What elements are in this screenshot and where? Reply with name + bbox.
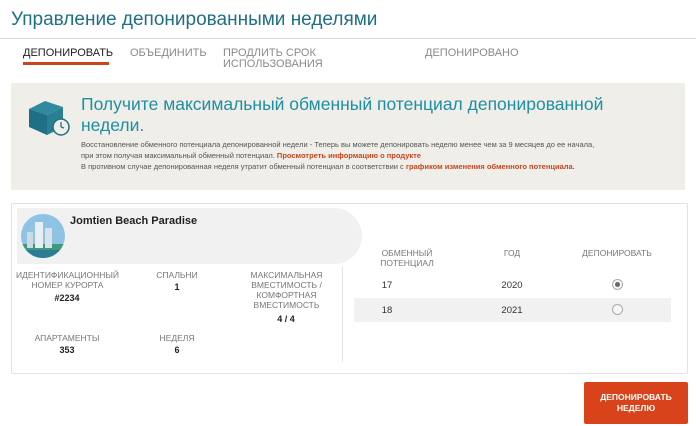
banner-line-3: В противном случае депонированная неделя…	[81, 161, 671, 172]
deposit-radio[interactable]	[612, 279, 623, 290]
week-value: 6	[174, 345, 180, 355]
resort-id-label: ИДЕНТИФИКАЦИОННЫЙ НОМЕР КУРОРТА	[15, 270, 120, 290]
capacity-label: МАКСИМАЛЬНАЯ ВМЕСТИМОСТЬ / КОМФОРТНАЯ ВМ…	[250, 270, 323, 310]
tab-deposit[interactable]: ДЕПОНИРОВАТЬ	[23, 48, 113, 59]
schedule-link[interactable]: графиком изменения обменного потенциала.	[406, 162, 575, 171]
bedrooms-value: 1	[174, 282, 180, 292]
box-clock-icon	[29, 101, 70, 136]
table-row: 18 2021	[354, 298, 671, 322]
deposit-radio[interactable]	[612, 304, 623, 315]
unit-value: 353	[59, 345, 75, 355]
banner-line-1: Восстановление обменного потенциала депо…	[81, 140, 595, 149]
banner-body: Восстановление обменного потенциала депо…	[81, 139, 671, 172]
active-tab-indicator	[23, 62, 109, 65]
banner-line-2: при этом получая максимальный обменный п…	[81, 150, 671, 161]
resort-header: Jomtien Beach Paradise	[17, 208, 362, 264]
year-cell: 2021	[501, 305, 523, 316]
year-cell: 2020	[501, 280, 523, 291]
tab-deposited[interactable]: ДЕПОНИРОВАНО	[425, 48, 519, 59]
header-deposit: ДЕПОНИРОВАТЬ	[582, 248, 652, 258]
promo-banner: Получите максимальный обменный потенциал…	[11, 83, 685, 190]
week-label: НЕДЕЛЯ	[159, 333, 195, 343]
banner-line-2-text: при этом получая максимальный обменный п…	[81, 151, 275, 160]
header-potential: ОБМЕННЫЙ ПОТЕНЦИАЛ	[380, 248, 434, 268]
bedrooms-label: СПАЛЬНИ	[156, 270, 198, 280]
tab-extend[interactable]: ПРОДЛИТЬ СРОК ИСПОЛЬЗОВАНИЯ	[223, 48, 323, 70]
tab-extend-line2: ИСПОЛЬЗОВАНИЯ	[223, 58, 323, 70]
potential-cell: 18	[381, 305, 393, 316]
resort-card: Jomtien Beach Paradise ИДЕНТИФИКАЦИОННЫЙ…	[11, 203, 688, 374]
tab-combine[interactable]: ОБЪЕДИНИТЬ	[130, 48, 207, 59]
table-row: 17 2020	[354, 273, 671, 297]
product-info-link[interactable]: Просмотреть информацию о продукте	[277, 151, 421, 160]
deposit-week-button[interactable]: ДЕПОНИРОВАТЬ НЕДЕЛЮ	[584, 382, 688, 424]
banner-line-3-text: В противном случае депонированная неделя…	[81, 162, 404, 171]
resort-photo	[21, 214, 65, 258]
resort-name: Jomtien Beach Paradise	[70, 215, 198, 227]
title-divider	[0, 38, 696, 39]
unit-label: АПАРТАМЕНТЫ	[34, 333, 100, 343]
page-title: Управление депонированными неделями	[11, 9, 378, 30]
resort-id-value: #2234	[54, 293, 80, 303]
banner-headline: Получите максимальный обменный потенциал…	[81, 94, 604, 135]
potential-cell: 17	[381, 280, 393, 291]
header-year: ГОД	[503, 248, 521, 258]
capacity-value: 4 / 4	[277, 314, 295, 324]
column-divider	[342, 266, 343, 362]
